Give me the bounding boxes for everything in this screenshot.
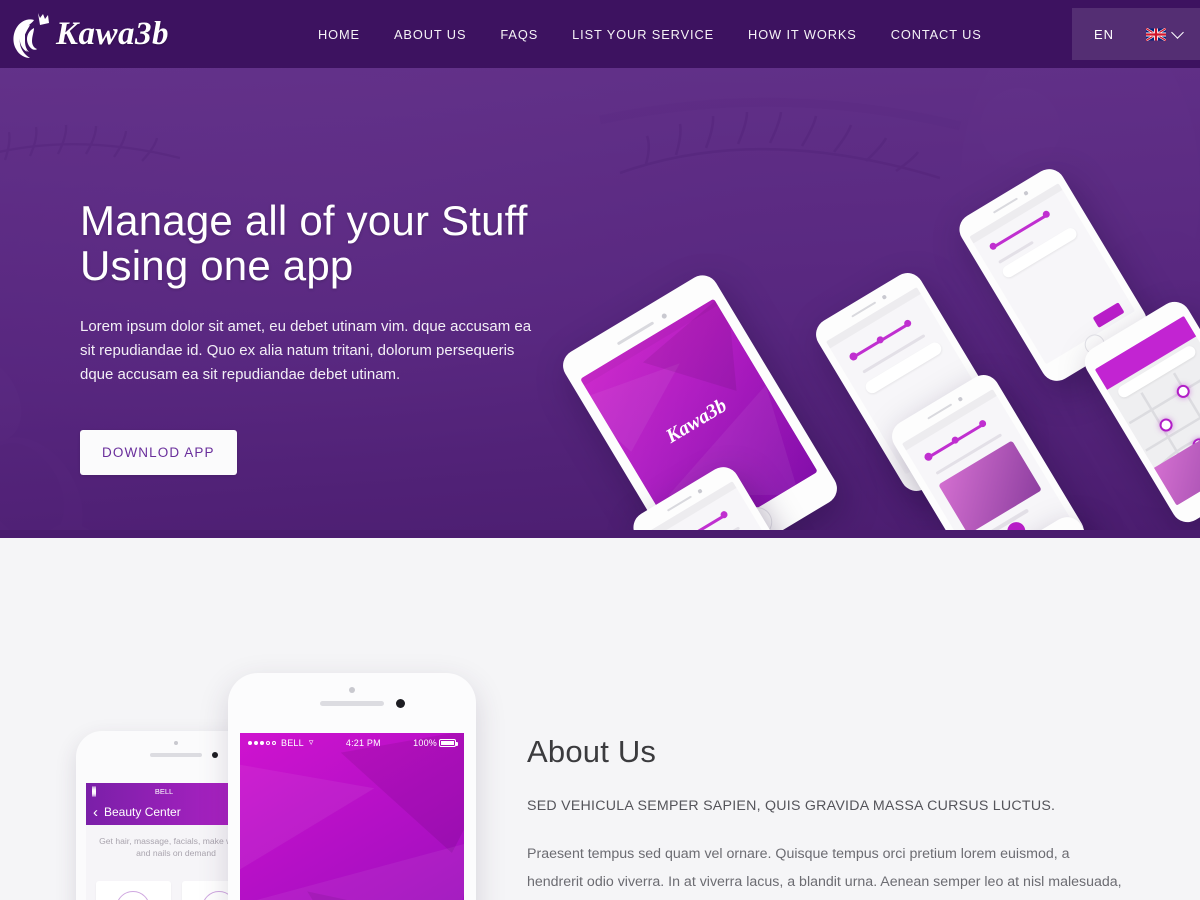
signal-dots-icon: BELL ▿	[248, 737, 314, 748]
large-phone-battery: 100%	[413, 737, 437, 748]
about-lead: SED VEHICULA SEMPER SAPIEN, QUIS GRAVIDA…	[527, 798, 1056, 814]
woman-crown-hair-logo-icon	[13, 13, 49, 58]
nav-item-about-us[interactable]: ABOUT US	[394, 27, 466, 42]
nav-item-list-your-service[interactable]: LIST YOUR SERVICE	[572, 27, 714, 42]
hero-title: Manage all of your Stuff Using one app	[80, 197, 528, 290]
main-navigation: HOME ABOUT US FAQS LIST YOUR SERVICE HOW…	[318, 27, 982, 42]
scissors-icon: ✂	[116, 891, 151, 900]
about-text-block: About Us SED VEHICULA SEMPER SAPIEN, QUI…	[527, 734, 1127, 900]
brand-name: Kawa3b	[56, 15, 170, 52]
battery-icon	[438, 738, 458, 747]
about-phone-large: BELL ▿ 4:21 PM 100%	[228, 673, 476, 900]
site-header: Kawa3b HOME ABOUT US FAQS LIST YOUR SERV…	[0, 0, 1200, 68]
language-selector[interactable]: EN	[1072, 8, 1200, 60]
large-phone-status-bar: BELL ▿ 4:21 PM 100%	[240, 733, 464, 752]
nav-item-faqs[interactable]: FAQS	[500, 27, 538, 42]
language-indicator	[1146, 25, 1184, 41]
hero-section: Manage all of your Stuff Using one app L…	[0, 68, 1200, 538]
language-label: EN	[1094, 26, 1115, 42]
small-phone-carrier: BELL	[154, 786, 174, 796]
uk-flag-icon	[1146, 27, 1166, 41]
landing-page: Kawa3b HOME ABOUT US FAQS LIST YOUR SERV…	[0, 0, 1200, 900]
chevron-down-icon	[1171, 25, 1184, 39]
service-card-hair[interactable]: ✂ Hair Service	[96, 881, 171, 900]
chevron-left-icon[interactable]: ‹	[93, 805, 98, 820]
brand-logo[interactable]: Kawa3b	[0, 8, 300, 60]
nav-item-home[interactable]: HOME	[318, 27, 360, 42]
large-phone-carrier: BELL	[281, 737, 304, 748]
nav-item-how-it-works[interactable]: HOW IT WORKS	[748, 27, 857, 42]
hero-bottom-band	[0, 530, 1200, 538]
small-phone-title: Beauty Center	[104, 805, 181, 819]
about-heading: About Us	[527, 734, 657, 769]
wifi-icon: ▿	[308, 737, 314, 747]
signal-dots-icon	[92, 785, 96, 797]
hero-subtitle: Lorem ipsum dolor sit amet, eu debet uti…	[80, 317, 532, 384]
download-app-button[interactable]: DOWNLOD APP	[80, 429, 237, 475]
nav-item-contact-us[interactable]: CONTACT US	[891, 27, 982, 42]
about-body: Praesent tempus sed quam vel ornare. Qui…	[527, 846, 1122, 890]
battery-group: 100%	[413, 737, 458, 748]
hero-content: Manage all of your Stuff Using one app L…	[80, 198, 600, 475]
large-phone-time: 4:21 PM	[345, 737, 381, 748]
